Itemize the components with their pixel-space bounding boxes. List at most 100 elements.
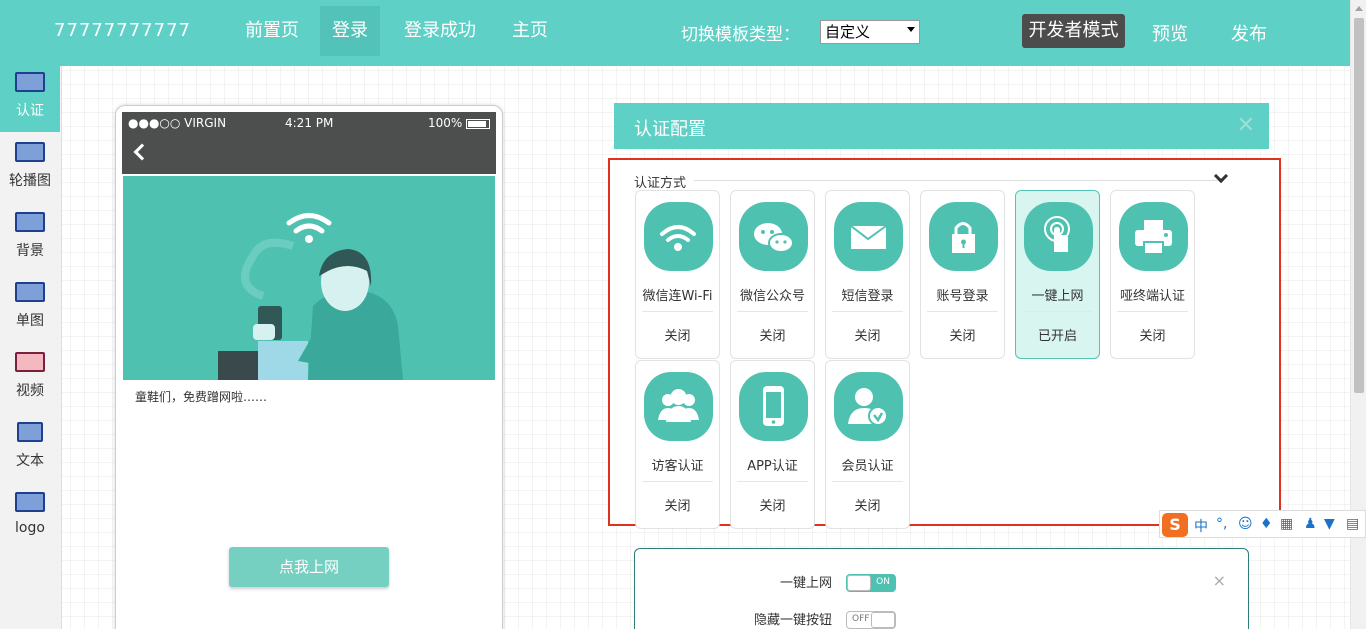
user-icon[interactable]: ♟ [1304,516,1317,532]
punctuation-icon[interactable]: °, [1216,516,1227,532]
member-icon [834,372,903,441]
nav-login-success[interactable]: 登录成功 [392,6,488,56]
sidebar-item-label: logo [15,520,45,536]
hide-button-label: 隐藏一键按钮 [753,613,832,628]
sidebar-item-single-image[interactable]: 单图 [0,276,60,342]
card-divider [832,311,903,312]
auth-methods-legend: 认证方式 [634,176,687,191]
auth-methods-box: 认证方式 微信连Wi-Fi 关闭 微信公众号 关闭 短信登录 关闭 账号登录 关… [608,158,1281,529]
auth-method-name: 微信连Wi-Fi [642,289,713,304]
sidebar-item-label: 背景 [16,243,44,259]
auth-method-name: 会员认证 [841,459,894,474]
template-type-label: 切换模板类型： [681,25,800,45]
auth-method-name: APP认证 [747,459,798,474]
preview-button[interactable]: 预览 [1152,20,1188,46]
nav-pre-page[interactable]: 前置页 [233,6,311,56]
touch-icon [1024,202,1093,271]
auth-method-card-app[interactable]: APP认证 关闭 [730,360,815,529]
card-divider [927,311,998,312]
card-divider [642,481,713,482]
carrier-label: ●●●○○ VIRGIN [128,116,227,130]
sidebar-item-background[interactable]: 背景 [0,206,60,272]
auth-method-card-one-click[interactable]: 一键上网 已开启 [1015,190,1100,359]
auth-method-status: 关闭 [854,329,881,344]
phone-status-bar: ●●●○○ VIRGIN 4:21 PM 100% [122,112,496,134]
auth-method-card-account[interactable]: 账号登录 关闭 [920,190,1005,359]
auth-method-card-member[interactable]: 会员认证 关闭 [825,360,910,529]
phone-navbar [122,134,496,174]
sidebar-item-label: 文本 [16,453,44,469]
one-click-label: 一键上网 [779,576,832,591]
card-divider [737,311,808,312]
component-sidebar: 认证 轮播图 背景 单图 视频 文本 logo [0,66,62,629]
menu-grid-icon[interactable]: ▤ [1346,516,1359,532]
emoji-icon[interactable]: ☺ [1238,516,1253,532]
sidebar-item-text[interactable]: 文本 [0,416,60,482]
toggle-state-label: ON [876,577,890,587]
printer-icon [1119,202,1188,271]
auth-method-name: 短信登录 [841,289,894,304]
auth-method-name: 访客认证 [651,459,704,474]
skin-icon[interactable]: ▼ [1324,516,1335,532]
hero-illustration [123,176,495,380]
sidebar-item-auth[interactable]: 认证 [0,66,60,132]
auth-method-status: 已开启 [1037,329,1077,344]
template-type-select[interactable]: 自定义 [820,20,920,44]
sidebar-item-label: 轮播图 [9,173,51,189]
auth-method-name: 哑终端认证 [1119,289,1185,304]
auth-method-name: 微信公众号 [739,289,805,304]
scroll-up-arrow-icon[interactable] [1355,6,1363,11]
sidebar-item-label: 单图 [16,313,44,329]
sidebar-item-carousel[interactable]: 轮播图 [0,136,60,202]
back-chevron-icon[interactable] [133,143,151,161]
developer-mode-button[interactable]: 开发者模式 [1022,14,1125,48]
auth-method-card-visitor[interactable]: 访客认证 关闭 [635,360,720,529]
publish-button[interactable]: 发布 [1231,20,1267,46]
card-divider [1117,311,1188,312]
card-divider [737,481,808,482]
auth-method-card-wechat-official[interactable]: 微信公众号 关闭 [730,190,815,359]
dropdown-caret-icon [907,27,915,32]
auth-method-status: 关闭 [1139,329,1166,344]
auth-method-card-wechat-wifi[interactable]: 微信连Wi-Fi 关闭 [635,190,720,359]
logo-icon [15,492,45,512]
nav-login[interactable]: 登录 [320,6,380,56]
card-divider [1022,311,1093,312]
phone-screen: ●●●○○ VIRGIN 4:21 PM 100% 童鞋们，免费蹭网啦…… 点我… [122,112,496,629]
battery-label: 100% [428,116,463,130]
auth-method-status: 关闭 [664,329,691,344]
phone-icon [739,372,808,441]
toggle-knob [847,575,871,591]
image-icon [15,212,45,232]
auth-method-name: 一键上网 [1031,289,1084,304]
connect-wifi-button[interactable]: 点我上网 [229,547,389,587]
auth-method-card-sms[interactable]: 短信登录 关闭 [825,190,910,359]
template-type-value: 自定义 [825,23,871,41]
auth-method-card-dumb-terminal[interactable]: 哑终端认证 关闭 [1110,190,1195,359]
auth-method-name: 账号登录 [936,289,989,304]
image-icon [15,282,45,302]
one-click-toggle[interactable]: ON [846,574,896,592]
auth-method-status: 关闭 [949,329,976,344]
nav-home[interactable]: 主页 [500,6,560,56]
monitor-icon [15,72,45,92]
sidebar-item-video[interactable]: 视频 [0,346,60,412]
ime-lang-toggle[interactable]: 中 [1194,516,1208,536]
microphone-icon[interactable]: ♦ [1260,516,1273,532]
scrollbar-thumb[interactable] [1354,18,1364,393]
sidebar-item-logo[interactable]: logo [0,486,60,552]
close-icon[interactable]: × [1213,571,1226,590]
wechat-icon [739,202,808,271]
ime-toolbar: S 中 °, ☺ ♦ ▦ ♟ ▼ ▤ [1159,510,1366,538]
keyboard-icon[interactable]: ▦ [1280,516,1293,532]
sogou-logo-icon[interactable]: S [1162,513,1188,537]
close-icon[interactable]: ✕ [1237,113,1255,138]
sidebar-item-label: 视频 [16,383,44,399]
auth-method-status: 关闭 [759,499,786,514]
hide-button-toggle[interactable]: OFF [846,611,896,629]
legend-divider [694,180,1224,181]
top-bar: 77777777777 前置页 登录 登录成功 主页 切换模板类型： 自定义 开… [0,0,1350,66]
card-divider [832,481,903,482]
video-icon [15,352,45,372]
auth-config-header: 认证配置 ✕ [614,103,1269,149]
